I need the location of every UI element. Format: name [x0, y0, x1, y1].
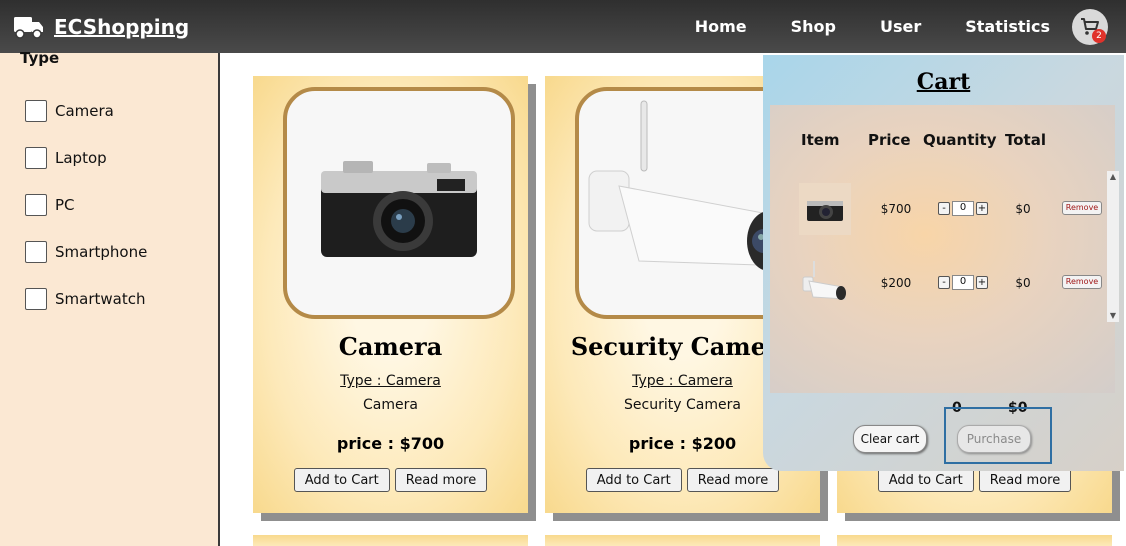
cart-button[interactable]: 2 [1072, 9, 1108, 45]
filter-label: PC [55, 195, 75, 214]
filter-title: Type [20, 49, 60, 67]
cart-header-total: Total [1005, 131, 1046, 149]
remove-button[interactable]: Remove [1062, 275, 1102, 289]
product-description: Camera [363, 397, 418, 413]
add-to-cart-button[interactable]: Add to Cart [585, 468, 682, 492]
filter-smartwatch[interactable]: Smartwatch [25, 275, 147, 322]
nav-home[interactable]: Home [695, 17, 747, 36]
filter-checkbox[interactable] [25, 146, 47, 169]
cart-item-thumbnail [799, 183, 851, 235]
product-name: Camera [338, 332, 443, 361]
qty-decrement-button[interactable]: - [938, 202, 950, 215]
product-card-partial [545, 535, 820, 546]
filter-checkbox[interactable] [25, 99, 47, 122]
nav-links: Home Shop User Statistics [695, 0, 1050, 53]
product-actions: Add to Cart Read more [545, 468, 820, 492]
qty-increment-button[interactable]: + [976, 202, 988, 215]
filter-checkbox[interactable] [25, 193, 47, 216]
qty-input[interactable]: 0 [952, 275, 974, 290]
product-actions: Add to Cart Read more [253, 468, 528, 492]
cart-row: $700 - 0 + $0 Remove [770, 183, 1115, 235]
quantity-stepper: - 0 + [938, 275, 988, 290]
cart-count-badge: 2 [1092, 29, 1106, 43]
filter-list: Camera Laptop PC Smartphone Smartwatch [25, 87, 147, 322]
filter-pc[interactable]: PC [25, 181, 147, 228]
cart-item-price: $200 [880, 276, 912, 290]
clear-cart-button[interactable]: Clear cart [853, 425, 927, 453]
filter-laptop[interactable]: Laptop [25, 134, 147, 181]
security-camera-thumbnail [802, 261, 846, 300]
product-actions: Add to Cart Read more [837, 468, 1112, 492]
cart-header-price: Price [868, 131, 911, 149]
cart-header-item: Item [801, 131, 840, 149]
product-price: price : $700 [336, 434, 445, 453]
filter-sidebar: Type Camera Laptop PC Smartphone Smartwa… [0, 49, 220, 546]
nav-shop[interactable]: Shop [791, 17, 836, 36]
product-card-partial [837, 535, 1112, 546]
filter-checkbox[interactable] [25, 287, 47, 310]
filter-camera[interactable]: Camera [25, 87, 147, 134]
nav-user[interactable]: User [880, 17, 921, 36]
product-card: Camera Type : Camera Camera price : $700… [253, 76, 528, 513]
product-type-link[interactable]: Type : Camera [253, 373, 528, 389]
scroll-down-icon[interactable]: ▼ [1107, 310, 1119, 322]
product-card-partial [253, 535, 528, 546]
remove-button[interactable]: Remove [1062, 201, 1102, 215]
filter-label: Smartphone [55, 242, 148, 261]
camera-image [321, 161, 477, 257]
qty-input[interactable]: 0 [952, 201, 974, 216]
cart-header-quantity: Quantity [923, 131, 997, 149]
cart-row: $200 - 0 + $0 Remove [770, 257, 1115, 309]
cart-scrollbar[interactable]: ▲ ▼ [1107, 171, 1119, 322]
quantity-stepper: - 0 + [938, 201, 988, 216]
navbar: ECShopping Home Shop User Statistics 2 [0, 0, 1126, 53]
filter-label: Camera [55, 101, 114, 120]
product-image [283, 87, 515, 319]
filter-label: Smartwatch [55, 289, 146, 308]
purchase-button[interactable]: Purchase [957, 425, 1031, 453]
qty-decrement-button[interactable]: - [938, 276, 950, 289]
cart-item-total: $0 [1015, 202, 1031, 216]
filter-checkbox[interactable] [25, 240, 47, 263]
scroll-up-icon[interactable]: ▲ [1107, 171, 1119, 183]
filter-smartphone[interactable]: Smartphone [25, 228, 147, 275]
brand-link[interactable]: ECShopping [14, 10, 189, 44]
camera-thumbnail [807, 201, 843, 221]
add-to-cart-button[interactable]: Add to Cart [877, 468, 974, 492]
filter-label: Laptop [55, 148, 107, 167]
brand-name: ECShopping [54, 15, 190, 39]
cart-table: Item Price Quantity Total $700 - 0 + $0 … [770, 105, 1119, 416]
add-to-cart-button[interactable]: Add to Cart [293, 468, 390, 492]
qty-increment-button[interactable]: + [976, 276, 988, 289]
read-more-button[interactable]: Read more [978, 468, 1072, 492]
cart-item-thumbnail [799, 257, 851, 309]
truck-icon [14, 17, 43, 39]
read-more-button[interactable]: Read more [394, 468, 488, 492]
cart-panel: Cart Item Price Quantity Total $700 - 0 … [763, 55, 1124, 471]
cart-item-price: $700 [880, 202, 912, 216]
cart-item-total: $0 [1015, 276, 1031, 290]
cart-title: Cart [916, 69, 971, 95]
read-more-button[interactable]: Read more [686, 468, 780, 492]
nav-statistics[interactable]: Statistics [965, 17, 1050, 36]
